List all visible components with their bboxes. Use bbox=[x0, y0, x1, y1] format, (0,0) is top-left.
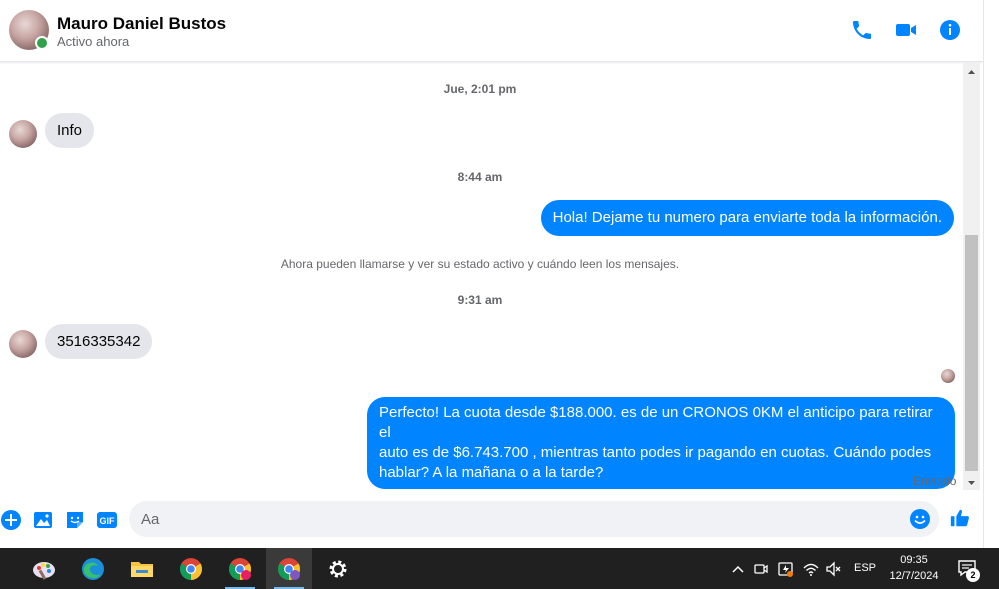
windows-taskbar: ESP 09:35 12/7/2024 2 bbox=[0, 548, 999, 589]
phone-call-icon[interactable] bbox=[850, 18, 874, 42]
contact-name[interactable]: Mauro Daniel Bustos bbox=[57, 14, 226, 34]
scroll-down-arrow-icon[interactable] bbox=[963, 476, 980, 488]
volume-muted-icon[interactable] bbox=[825, 560, 843, 578]
message-timestamp: 8:44 am bbox=[457, 170, 503, 184]
message-timestamp: 9:31 am bbox=[457, 293, 503, 307]
chrome-profile-active-icon[interactable] bbox=[266, 548, 312, 589]
message-composer: GIF bbox=[0, 494, 983, 548]
incoming-message[interactable]: Info bbox=[45, 113, 95, 148]
sender-avatar[interactable] bbox=[9, 330, 37, 358]
wifi-icon[interactable] bbox=[802, 560, 820, 578]
seen-indicator-avatar bbox=[941, 369, 955, 383]
plus-circle-icon[interactable] bbox=[0, 509, 22, 531]
chrome-profile-icon[interactable] bbox=[217, 548, 263, 589]
battery-charging-icon[interactable] bbox=[777, 560, 795, 578]
message-line: hablar? A la mañana o a la tarde? bbox=[379, 464, 604, 481]
system-clock[interactable]: 09:35 12/7/2024 bbox=[878, 552, 950, 584]
window-edge bbox=[983, 0, 999, 548]
file-explorer-icon[interactable] bbox=[119, 548, 165, 589]
settings-gear-icon[interactable] bbox=[315, 548, 361, 589]
online-indicator bbox=[35, 36, 49, 50]
notification-count-badge: 2 bbox=[966, 568, 980, 582]
video-call-icon[interactable] bbox=[894, 18, 918, 42]
scroll-up-arrow-icon[interactable] bbox=[963, 65, 980, 77]
meet-now-icon[interactable] bbox=[753, 560, 769, 578]
edge-browser-icon[interactable] bbox=[70, 548, 116, 589]
clock-time: 09:35 bbox=[900, 554, 928, 566]
incoming-message[interactable]: 3516335342 bbox=[45, 324, 153, 359]
outgoing-message[interactable]: Hola! Dejame tu numero para enviarte tod… bbox=[540, 200, 954, 236]
system-message: Ahora pueden llamarse y ver su estado ac… bbox=[280, 257, 680, 271]
message-input[interactable] bbox=[141, 501, 901, 537]
chevron-up-icon[interactable] bbox=[731, 560, 745, 578]
message-timestamp: Jue, 2:01 pm bbox=[443, 82, 517, 96]
contact-status: Activo ahora bbox=[57, 34, 130, 49]
emoji-icon[interactable] bbox=[909, 508, 931, 530]
info-icon[interactable] bbox=[938, 18, 962, 42]
clock-date: 12/7/2024 bbox=[889, 570, 939, 582]
chat-header: Mauro Daniel Bustos Activo ahora bbox=[0, 0, 983, 62]
language-indicator[interactable]: ESP bbox=[854, 562, 876, 580]
message-line: Perfecto! La cuota desde $188.000. es de… bbox=[379, 404, 933, 441]
message-input-container[interactable] bbox=[129, 501, 939, 537]
outgoing-message[interactable]: Perfecto! La cuota desde $188.000. es de… bbox=[367, 397, 955, 489]
message-line: auto es de $6.743.700 , mientras tanto p… bbox=[379, 444, 932, 461]
scrollbar-thumb[interactable] bbox=[965, 235, 978, 471]
chrome-browser-icon[interactable] bbox=[168, 548, 214, 589]
scrollbar[interactable] bbox=[963, 62, 980, 490]
gif-icon[interactable]: GIF bbox=[96, 509, 118, 531]
gif-icon-label: GIF bbox=[100, 516, 116, 526]
sender-avatar[interactable] bbox=[9, 120, 37, 148]
sticker-icon[interactable] bbox=[64, 509, 86, 531]
sent-status: Enviado bbox=[913, 474, 957, 488]
paint-app-icon[interactable] bbox=[21, 548, 67, 589]
image-gallery-icon[interactable] bbox=[32, 509, 54, 531]
like-thumbs-up-icon[interactable] bbox=[949, 507, 973, 531]
